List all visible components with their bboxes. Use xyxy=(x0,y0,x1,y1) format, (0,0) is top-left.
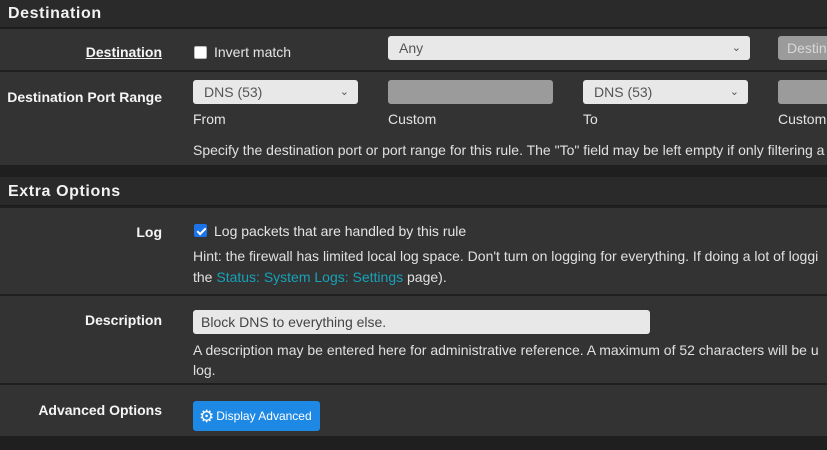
destination-address-input[interactable]: Destina xyxy=(778,36,827,60)
log-hint-prefix: the xyxy=(193,269,213,285)
log-hint-suffix: page). xyxy=(407,269,447,285)
destination-label[interactable]: Destination xyxy=(86,44,162,60)
display-advanced-button[interactable]: ⚙ Display Advanced xyxy=(193,401,320,431)
description-label: Description xyxy=(84,312,162,328)
port-from-custom-caption: Custom xyxy=(388,111,437,127)
log-checkbox-label[interactable]: Log packets that are handled by this rul… xyxy=(214,223,466,239)
advanced-options-label: Advanced Options xyxy=(38,402,162,418)
port-from-select[interactable]: DNS (53) ⌄ xyxy=(193,80,358,104)
destination-type-value: Any xyxy=(399,40,424,56)
port-from-value: DNS (53) xyxy=(204,84,263,100)
display-advanced-label: Display Advanced xyxy=(216,409,312,423)
destination-port-range-row: Destination Port Range DNS (53) ⌄ DNS (5… xyxy=(0,72,827,166)
destination-type-select[interactable]: Any ⌄ xyxy=(388,36,750,60)
port-to-custom-caption: Custom xyxy=(778,111,827,127)
port-to-value: DNS (53) xyxy=(594,84,653,100)
extra-options-panel-title: Extra Options xyxy=(8,183,121,200)
advanced-options-row: Advanced Options ⚙ Display Advanced xyxy=(0,385,827,437)
system-logs-settings-link[interactable]: Status: System Logs: Settings xyxy=(216,269,403,285)
description-input[interactable]: Block DNS to everything else. xyxy=(193,310,650,334)
description-row: Description Block DNS to everything else… xyxy=(0,296,827,384)
invert-match-checkbox[interactable] xyxy=(194,46,207,59)
port-to-caption: To xyxy=(583,111,598,127)
invert-match-label[interactable]: Invert match xyxy=(214,44,291,60)
port-to-select[interactable]: DNS (53) ⌄ xyxy=(583,80,748,104)
description-value: Block DNS to everything else. xyxy=(201,314,387,330)
log-hint-line1: Hint: the firewall has limited local log… xyxy=(193,248,819,264)
destination-panel-title: Destination xyxy=(8,5,102,22)
chevron-down-icon: ⌄ xyxy=(731,42,741,54)
chevron-down-icon: ⌄ xyxy=(339,86,349,98)
description-help-line1: A description may be entered here for ad… xyxy=(193,342,819,358)
log-row: Log Log packets that are handled by this… xyxy=(0,208,827,295)
destination-panel-header: Destination xyxy=(0,0,827,28)
port-from-custom-input[interactable] xyxy=(388,80,553,104)
port-range-help-text: Specify the destination port or port ran… xyxy=(193,142,825,158)
extra-options-panel-header: Extra Options xyxy=(0,177,827,206)
destination-row: Destination Invert match Any ⌄ Destina xyxy=(0,29,827,71)
chevron-down-icon: ⌄ xyxy=(729,86,739,98)
description-help-line2: log. xyxy=(193,362,216,378)
port-from-caption: From xyxy=(193,111,226,127)
log-label: Log xyxy=(136,224,162,240)
port-to-custom-input[interactable] xyxy=(778,80,827,104)
log-checkbox[interactable] xyxy=(194,224,207,237)
gear-icon: ⚙ xyxy=(199,407,215,426)
destination-address-placeholder: Destina xyxy=(787,40,827,56)
log-hint-line2: the Status: System Logs: Settings page). xyxy=(193,269,447,285)
destination-port-range-label: Destination Port Range xyxy=(7,89,162,105)
